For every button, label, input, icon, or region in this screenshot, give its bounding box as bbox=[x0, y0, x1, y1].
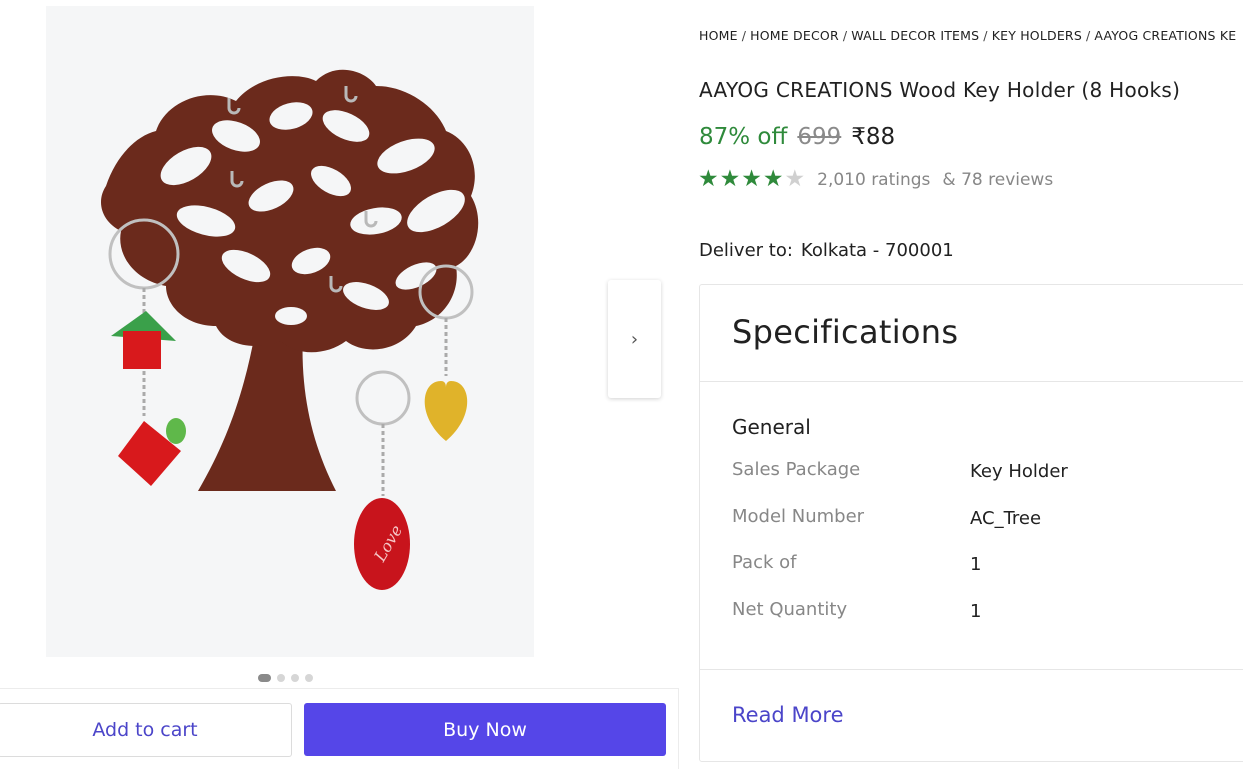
gallery-dot[interactable] bbox=[291, 674, 299, 682]
spec-section-general: General bbox=[732, 415, 811, 439]
spec-value: 1 bbox=[970, 600, 982, 622]
star-icon: ★ bbox=[741, 166, 762, 192]
spec-key: Pack of bbox=[732, 552, 797, 573]
breadcrumb-home-decor[interactable]: HOME DECOR bbox=[750, 28, 839, 43]
star-icon: ★ bbox=[784, 166, 806, 192]
gallery-pagination bbox=[258, 674, 313, 682]
star-rating: ★ ★ ★ ★ ★ bbox=[698, 168, 805, 191]
spec-row: Net Quantity 1 bbox=[732, 599, 1232, 646]
spec-value: Key Holder bbox=[970, 461, 1068, 482]
spec-value: AC_Tree bbox=[970, 507, 1042, 529]
selling-price: ₹88 bbox=[851, 124, 896, 150]
deliver-label: Deliver to: bbox=[699, 240, 793, 261]
price-row: 87% off 699 ₹88 bbox=[699, 124, 895, 150]
deliver-pincode: Kolkata - 700001 bbox=[800, 240, 954, 261]
gallery-dot[interactable] bbox=[305, 674, 313, 682]
product-gallery: Love › Add to cart Buy Now bbox=[0, 0, 678, 770]
add-to-cart-button[interactable]: Add to cart bbox=[0, 703, 292, 757]
original-price: 699 bbox=[797, 124, 842, 150]
divider bbox=[700, 381, 1243, 382]
product-title: AAYOG CREATIONS Wood Key Holder (8 Hooks… bbox=[699, 78, 1181, 102]
read-more-link[interactable]: Read More bbox=[732, 703, 844, 727]
spec-key: Net Quantity bbox=[732, 598, 848, 620]
breadcrumb-home[interactable]: HOME bbox=[699, 28, 738, 43]
divider bbox=[678, 688, 679, 769]
action-bar: Add to cart Buy Now bbox=[0, 688, 678, 770]
star-icon: ★ bbox=[719, 166, 741, 192]
spec-value: 1 bbox=[970, 554, 982, 575]
star-icon: ★ bbox=[698, 166, 719, 192]
key-holder-illustration: Love bbox=[46, 6, 534, 657]
product-image[interactable]: Love bbox=[46, 6, 534, 657]
gallery-dot[interactable] bbox=[258, 674, 271, 682]
breadcrumb-wall-decor[interactable]: WALL DECOR ITEMS bbox=[851, 28, 979, 43]
divider bbox=[700, 669, 1243, 670]
rating-row[interactable]: ★ ★ ★ ★ ★ 2,010 ratings & 78 reviews bbox=[698, 168, 1053, 191]
spec-row: Sales Package Key Holder bbox=[732, 459, 1232, 506]
spec-key: Sales Package bbox=[732, 459, 861, 480]
breadcrumb-key-holders[interactable]: KEY HOLDERS bbox=[992, 28, 1082, 43]
buy-now-button[interactable]: Buy Now bbox=[304, 703, 666, 756]
delivery-location[interactable]: Deliver to: Kolkata - 700001 bbox=[699, 240, 954, 261]
discount-percent: 87% off bbox=[699, 124, 788, 150]
spec-table: Sales Package Key Holder Model Number AC… bbox=[732, 459, 1232, 645]
star-icon: ★ bbox=[762, 166, 784, 192]
breadcrumb-product[interactable]: AAYOG CREATIONS KE bbox=[1094, 28, 1236, 43]
reviews-count: & 78 reviews bbox=[942, 169, 1054, 190]
ratings-count: 2,010 ratings bbox=[817, 169, 931, 190]
next-image-button[interactable]: › bbox=[608, 280, 661, 398]
spec-row: Model Number AC_Tree bbox=[732, 506, 1232, 553]
specifications-panel: Specifications General Sales Package Key… bbox=[699, 284, 1243, 762]
gallery-dot[interactable] bbox=[277, 674, 285, 682]
spec-row: Pack of 1 bbox=[732, 552, 1232, 599]
spec-key: Model Number bbox=[732, 505, 865, 527]
specifications-title: Specifications bbox=[732, 313, 959, 351]
chevron-right-icon[interactable]: › bbox=[631, 329, 638, 350]
breadcrumb: HOME / HOME DECOR / WALL DECOR ITEMS / KEY HOL… bbox=[699, 28, 1237, 43]
